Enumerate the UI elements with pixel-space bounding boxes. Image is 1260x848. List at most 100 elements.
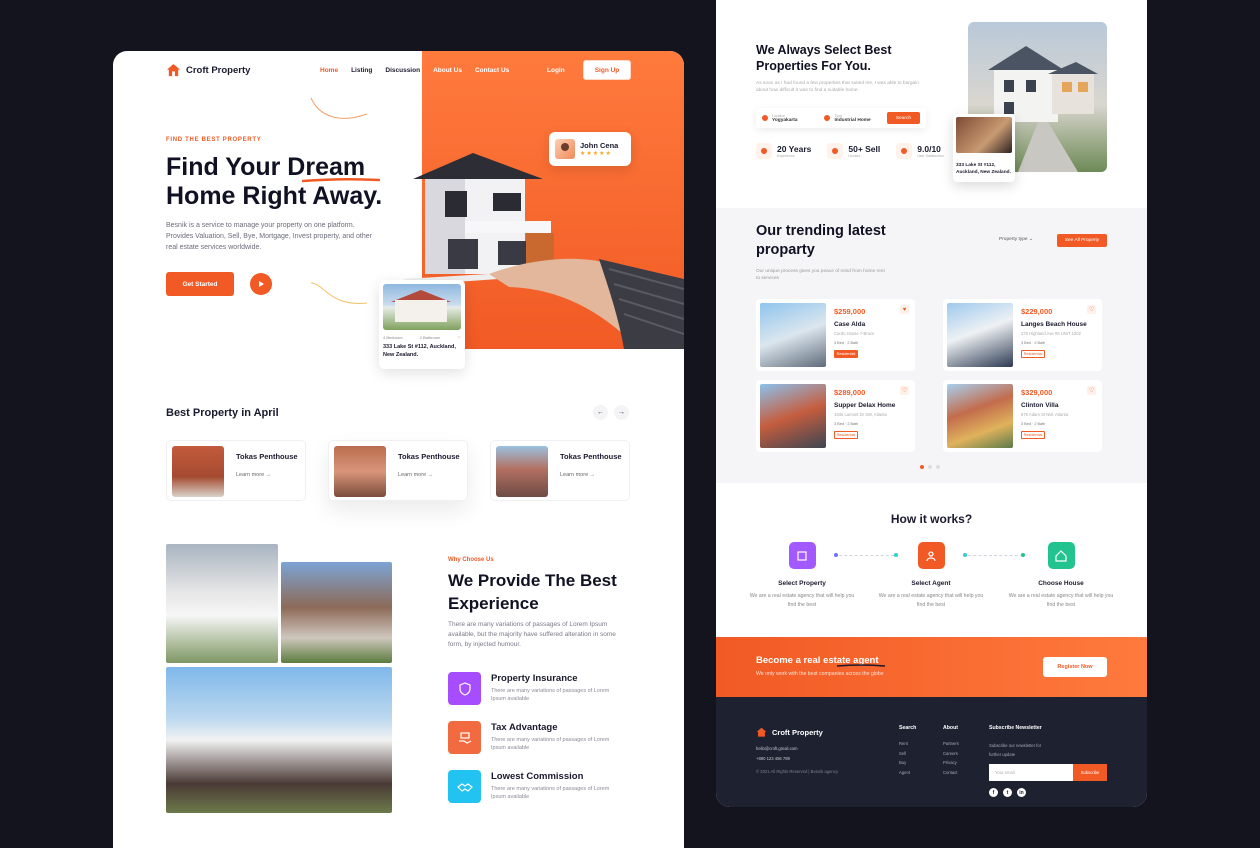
trending-card[interactable]: $229,000 Langes Beach House 275 Highland… bbox=[943, 299, 1102, 371]
property-name: Tokas Penthouse bbox=[398, 452, 460, 461]
home-icon bbox=[1047, 542, 1075, 569]
nav-contact[interactable]: Contact Us bbox=[475, 67, 509, 74]
property-photo bbox=[760, 384, 826, 448]
learn-more-link[interactable]: Learn more → bbox=[236, 472, 298, 478]
footer-link[interactable]: Partners bbox=[943, 739, 959, 749]
feature-desc: There are many variations of passages of… bbox=[491, 737, 610, 751]
stats-row: 20 Years Experience 50+ Sell Houses 9.0/10… bbox=[756, 143, 944, 159]
feature-item: Property Insurance There are many variat… bbox=[448, 672, 621, 705]
brand-logo[interactable]: Croft Property bbox=[166, 63, 250, 78]
agent-profile-card[interactable]: John Cena ★★★★★ bbox=[549, 132, 631, 166]
photo-listing-card[interactable]: 333 Lake St #112, Auckland, New Zealand. bbox=[953, 114, 1015, 182]
carousel-dots[interactable] bbox=[920, 465, 940, 469]
newsletter-email-input[interactable]: Your email bbox=[989, 764, 1073, 781]
type-field[interactable]: Type Industrial Home bbox=[824, 114, 880, 123]
stat-item: 9.0/10 User Satisfaction bbox=[896, 143, 944, 159]
column-title: Search bbox=[899, 725, 917, 731]
footer-email[interactable]: hello@croft.gmail.com bbox=[756, 744, 798, 754]
footer-logo[interactable]: Croft Property bbox=[756, 727, 823, 738]
prev-arrow-icon[interactable]: ← bbox=[593, 405, 608, 420]
property-price: $259,000 bbox=[834, 307, 866, 316]
home-type-icon bbox=[824, 115, 831, 121]
learn-more-link[interactable]: Learn more → bbox=[398, 472, 460, 478]
nav-about[interactable]: About Us bbox=[433, 67, 462, 74]
property-meta: 3 Bed · 2 Bath bbox=[1021, 422, 1046, 426]
shield-hand-icon bbox=[448, 672, 481, 705]
select-best-desc: As soon as I had found a few properties … bbox=[756, 81, 919, 93]
property-meta: 3 Bed · 2 Bath bbox=[1021, 341, 1046, 345]
bedrooms: 4 Bedroom bbox=[383, 335, 403, 340]
subscribe-button[interactable]: Subscribe bbox=[1073, 764, 1107, 781]
why-eyebrow: Why Choose Us bbox=[448, 557, 494, 563]
register-now-button[interactable]: Register Now bbox=[1043, 657, 1107, 677]
login-link[interactable]: Login bbox=[547, 67, 565, 74]
nav-discussion[interactable]: Discussion bbox=[385, 67, 420, 74]
property-price: $289,000 bbox=[834, 388, 866, 397]
stat-value: 9.0/10 bbox=[917, 144, 941, 154]
nav-home[interactable]: Home bbox=[320, 67, 338, 74]
experience-icon bbox=[756, 143, 772, 159]
nav-listing[interactable]: Listing bbox=[351, 67, 372, 74]
property-card[interactable]: Tokas Penthouse Learn more → bbox=[166, 440, 306, 501]
next-arrow-icon[interactable]: → bbox=[614, 405, 629, 420]
trending-card[interactable]: $289,000 Supper Delax Home 1936 Lamont D… bbox=[756, 380, 915, 452]
location-pin-icon bbox=[762, 115, 768, 121]
footer-about-column: About Partners Careers Privacy Contact bbox=[943, 725, 959, 777]
footer-link[interactable]: Contact bbox=[943, 768, 959, 778]
beds: 3 Bed bbox=[834, 341, 844, 345]
get-started-button[interactable]: Get Started bbox=[166, 272, 234, 296]
trending-desc: Our unique process gives you peace of mi… bbox=[756, 269, 885, 281]
property-meta: 3 Bed · 2 Bath bbox=[834, 422, 859, 426]
step-desc: We are a real estate agency that will he… bbox=[1008, 593, 1114, 608]
modern-house-photo bbox=[166, 667, 392, 813]
property-tag: Residential bbox=[834, 350, 858, 358]
search-button[interactable]: Search bbox=[886, 112, 920, 124]
brick-house-photo bbox=[281, 562, 392, 663]
heart-icon[interactable]: ♡ bbox=[1087, 305, 1096, 314]
hero-listing-card[interactable]: 4 Bedroom 2 Bathroom ♡ 333 Lake St #112,… bbox=[379, 280, 465, 369]
landing-page-mockup: Croft Property Home Listing Discussion A… bbox=[113, 51, 684, 848]
property-card[interactable]: Tokas Penthouse Learn more → bbox=[328, 440, 468, 501]
heart-icon[interactable]: ♡ bbox=[1087, 386, 1096, 395]
footer-link[interactable]: Agent bbox=[899, 768, 916, 778]
footer-phone[interactable]: +880 123 456 789 bbox=[756, 754, 798, 764]
property-name: Tokas Penthouse bbox=[560, 452, 622, 461]
house-logo-icon bbox=[166, 63, 181, 76]
footer-link[interactable]: Sell bbox=[899, 749, 916, 759]
play-video-button[interactable] bbox=[250, 273, 272, 295]
property-photo bbox=[947, 384, 1013, 448]
heart-icon[interactable]: ♡ bbox=[457, 335, 461, 340]
facebook-icon[interactable]: f bbox=[989, 788, 998, 797]
learn-more-link[interactable]: Learn more → bbox=[560, 472, 622, 478]
property-price: $329,000 bbox=[1021, 388, 1053, 397]
baths: 2 Bath bbox=[847, 422, 859, 426]
trending-card[interactable]: $259,000 Case Alda Cordo House 7-Bruce 3… bbox=[756, 299, 915, 371]
newsletter-title: Subscribe Newsletter bbox=[989, 725, 1042, 731]
linkedin-icon[interactable]: in bbox=[1017, 788, 1026, 797]
property-name: Supper Delax Home bbox=[834, 402, 896, 409]
become-agent-banner: Become a real estate agent We only work … bbox=[716, 637, 1147, 697]
property-type-select[interactable]: Property type ⌄ bbox=[999, 237, 1033, 242]
house-logo-icon bbox=[756, 727, 767, 737]
property-card[interactable]: Tokas Penthouse Learn more → bbox=[490, 440, 630, 501]
signup-button[interactable]: Sign Up bbox=[583, 60, 631, 80]
property-tag: Residential bbox=[834, 431, 858, 439]
footer-link[interactable]: Buy bbox=[899, 758, 916, 768]
trending-card[interactable]: $329,000 Clinton Villa 875 Adam St NW, A… bbox=[943, 380, 1102, 452]
footer-link[interactable]: Careers bbox=[943, 749, 959, 759]
see-all-button[interactable]: See All Property bbox=[1057, 234, 1107, 247]
footer-search-column: Search Rent Sell Buy Agent bbox=[899, 725, 916, 777]
twitter-icon[interactable]: t bbox=[1003, 788, 1012, 797]
heart-icon[interactable]: ♥ bbox=[900, 305, 909, 314]
location-field[interactable]: Location Yogyakarta bbox=[762, 114, 818, 123]
property-name: Clinton Villa bbox=[1021, 402, 1059, 409]
bathrooms: 2 Bathroom bbox=[419, 335, 441, 340]
listing-address: 333 Lake St #112, Auckland, New Zealand. bbox=[956, 163, 1011, 175]
stat-value: 50+ Sell bbox=[848, 144, 881, 154]
newsletter-desc: Subscribe our newsletter for further upd… bbox=[989, 743, 1042, 757]
interior-photo bbox=[956, 117, 1012, 153]
footer-link[interactable]: Rent bbox=[899, 739, 916, 749]
property-address: 875 Adam St NW, Atlanta bbox=[1021, 412, 1069, 417]
heart-icon[interactable]: ♡ bbox=[900, 386, 909, 395]
footer-link[interactable]: Privacy bbox=[943, 758, 959, 768]
